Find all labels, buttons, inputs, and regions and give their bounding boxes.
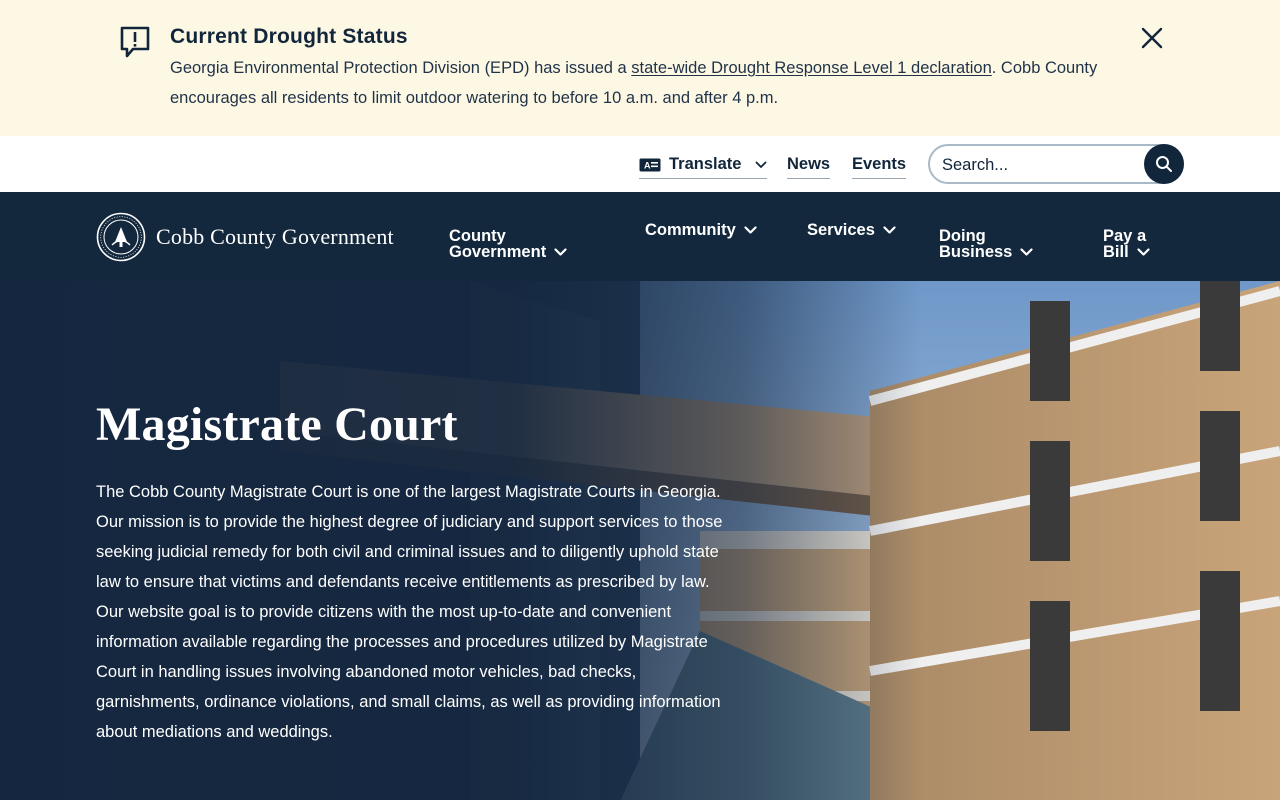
county-seal-icon: [96, 212, 146, 262]
main-navigation: Cobb County Government: [0, 192, 1280, 281]
translate-button[interactable]: A Translate: [639, 155, 768, 179]
logo-text: Cobb County Government: [156, 224, 394, 249]
chevron-down-icon: [883, 226, 896, 234]
chevron-down-icon: [1020, 248, 1033, 256]
nav-label: Doing: [939, 227, 986, 245]
utility-bar: A Translate News Events: [0, 136, 1280, 192]
search-icon: [1156, 156, 1172, 172]
drought-alert-banner: Current Drought Status Georgia Environme…: [0, 0, 1280, 136]
nav-label: Government: [449, 243, 547, 261]
alert-speech-bubble-icon: [120, 26, 150, 58]
search-button[interactable]: [1144, 144, 1184, 184]
nav-item-pay-a-bill[interactable]: Pay a Bill: [1103, 228, 1150, 260]
chevron-down-icon: [744, 226, 757, 234]
events-link[interactable]: Events: [852, 155, 907, 179]
hero-description: The Cobb County Magistrate Court is one …: [96, 483, 723, 741]
news-link[interactable]: News: [787, 155, 831, 179]
nav-item-community[interactable]: Community: [645, 222, 757, 238]
chevron-down-icon: [756, 161, 767, 168]
chevron-down-icon: [1137, 248, 1150, 256]
alert-text-before: Georgia Environmental Protection Divisio…: [170, 59, 632, 77]
search-input[interactable]: [942, 154, 1142, 176]
nav-label: Bill: [1103, 243, 1129, 261]
alert-title: Current Drought Status: [170, 25, 408, 48]
nav-item-doing-business[interactable]: Doing Business: [939, 228, 1033, 260]
site-logo[interactable]: Cobb County Government: [96, 212, 394, 262]
nav-item-county-government[interactable]: County Government: [449, 228, 567, 260]
hero-section: Magistrate Court The Cobb County Magistr…: [0, 281, 1280, 800]
translate-label: Translate: [669, 155, 742, 173]
nav-label: Pay a: [1103, 227, 1147, 245]
page-title: Magistrate Court: [96, 398, 458, 451]
chevron-down-icon: [554, 248, 567, 256]
nav-label: Services: [807, 221, 875, 239]
nav-label: County: [449, 227, 506, 245]
drought-declaration-link[interactable]: state-wide Drought Response Level 1 decl…: [631, 59, 991, 77]
nav-label: Business: [939, 243, 1013, 261]
nav-label: Community: [645, 221, 736, 239]
nav-item-services[interactable]: Services: [807, 222, 896, 238]
translate-icon: A: [639, 158, 661, 171]
svg-text:A: A: [644, 160, 651, 170]
close-icon[interactable]: [1138, 24, 1166, 52]
search-box: [928, 144, 1184, 184]
alert-message: Georgia Environmental Protection Divisio…: [170, 53, 1150, 113]
